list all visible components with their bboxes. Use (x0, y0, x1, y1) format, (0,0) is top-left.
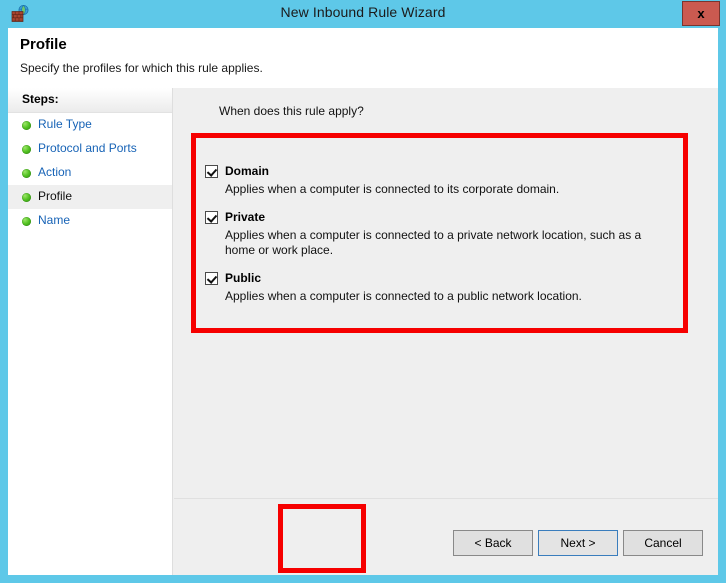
step-bullet-icon (22, 217, 31, 226)
steps-heading-label: Steps: (22, 92, 59, 106)
step-bullet-icon (22, 193, 31, 202)
step-bullet-icon (22, 169, 31, 178)
cancel-button[interactable]: Cancel (623, 530, 703, 556)
window-title: New Inbound Rule Wizard (280, 4, 446, 20)
profile-row-public: Public Applies when a computer is connec… (205, 271, 665, 304)
profiles-group: Domain Applies when a computer is connec… (205, 164, 665, 317)
page-header: Profile Specify the profiles for which t… (8, 28, 718, 88)
back-button[interactable]: < Back (453, 530, 533, 556)
sidebar-item-profile[interactable]: Profile (8, 185, 172, 209)
wizard-body: Steps: Rule Type Protocol and Ports Acti… (8, 88, 718, 575)
steps-heading: Steps: (8, 88, 172, 113)
page-title: Profile (20, 36, 67, 53)
title-bar: New Inbound Rule Wizard x (0, 0, 726, 28)
sidebar-item-rule-type[interactable]: Rule Type (8, 113, 172, 137)
sidebar-item-label: Profile (38, 189, 73, 203)
public-label[interactable]: Public (225, 271, 261, 285)
private-description: Applies when a computer is connected to … (225, 228, 642, 257)
step-bullet-icon (22, 145, 31, 154)
public-checkbox[interactable] (205, 272, 218, 285)
close-icon[interactable]: x (682, 1, 720, 26)
profile-row-domain: Domain Applies when a computer is connec… (205, 164, 665, 197)
sidebar-item-action[interactable]: Action (8, 161, 172, 185)
domain-label[interactable]: Domain (225, 164, 269, 178)
profile-row-private: Private Applies when a computer is conne… (205, 210, 665, 258)
private-checkbox[interactable] (205, 211, 218, 224)
sidebar-item-label: Name (38, 213, 71, 227)
sidebar-item-label: Rule Type (38, 117, 92, 131)
window-bottom-border (0, 575, 726, 583)
sidebar-item-name[interactable]: Name (8, 209, 172, 233)
public-description: Applies when a computer is connected to … (225, 289, 582, 303)
wizard-window: New Inbound Rule Wizard x Profile Specif… (0, 0, 726, 583)
domain-checkbox[interactable] (205, 165, 218, 178)
steps-sidebar: Steps: Rule Type Protocol and Ports Acti… (8, 88, 173, 575)
private-label[interactable]: Private (225, 210, 265, 224)
domain-description: Applies when a computer is connected to … (225, 182, 560, 196)
sidebar-item-label: Action (38, 165, 72, 179)
next-button[interactable]: Next > (538, 530, 618, 556)
sidebar-item-protocol-and-ports[interactable]: Protocol and Ports (8, 137, 172, 161)
button-bar: < Back Next > Cancel (174, 498, 718, 576)
annotation-box-next-button (278, 504, 366, 573)
page-subtitle: Specify the profiles for which this rule… (20, 61, 263, 75)
sidebar-item-label: Protocol and Ports (38, 141, 137, 155)
step-bullet-icon (22, 121, 31, 130)
content-question: When does this rule apply? (219, 104, 364, 118)
